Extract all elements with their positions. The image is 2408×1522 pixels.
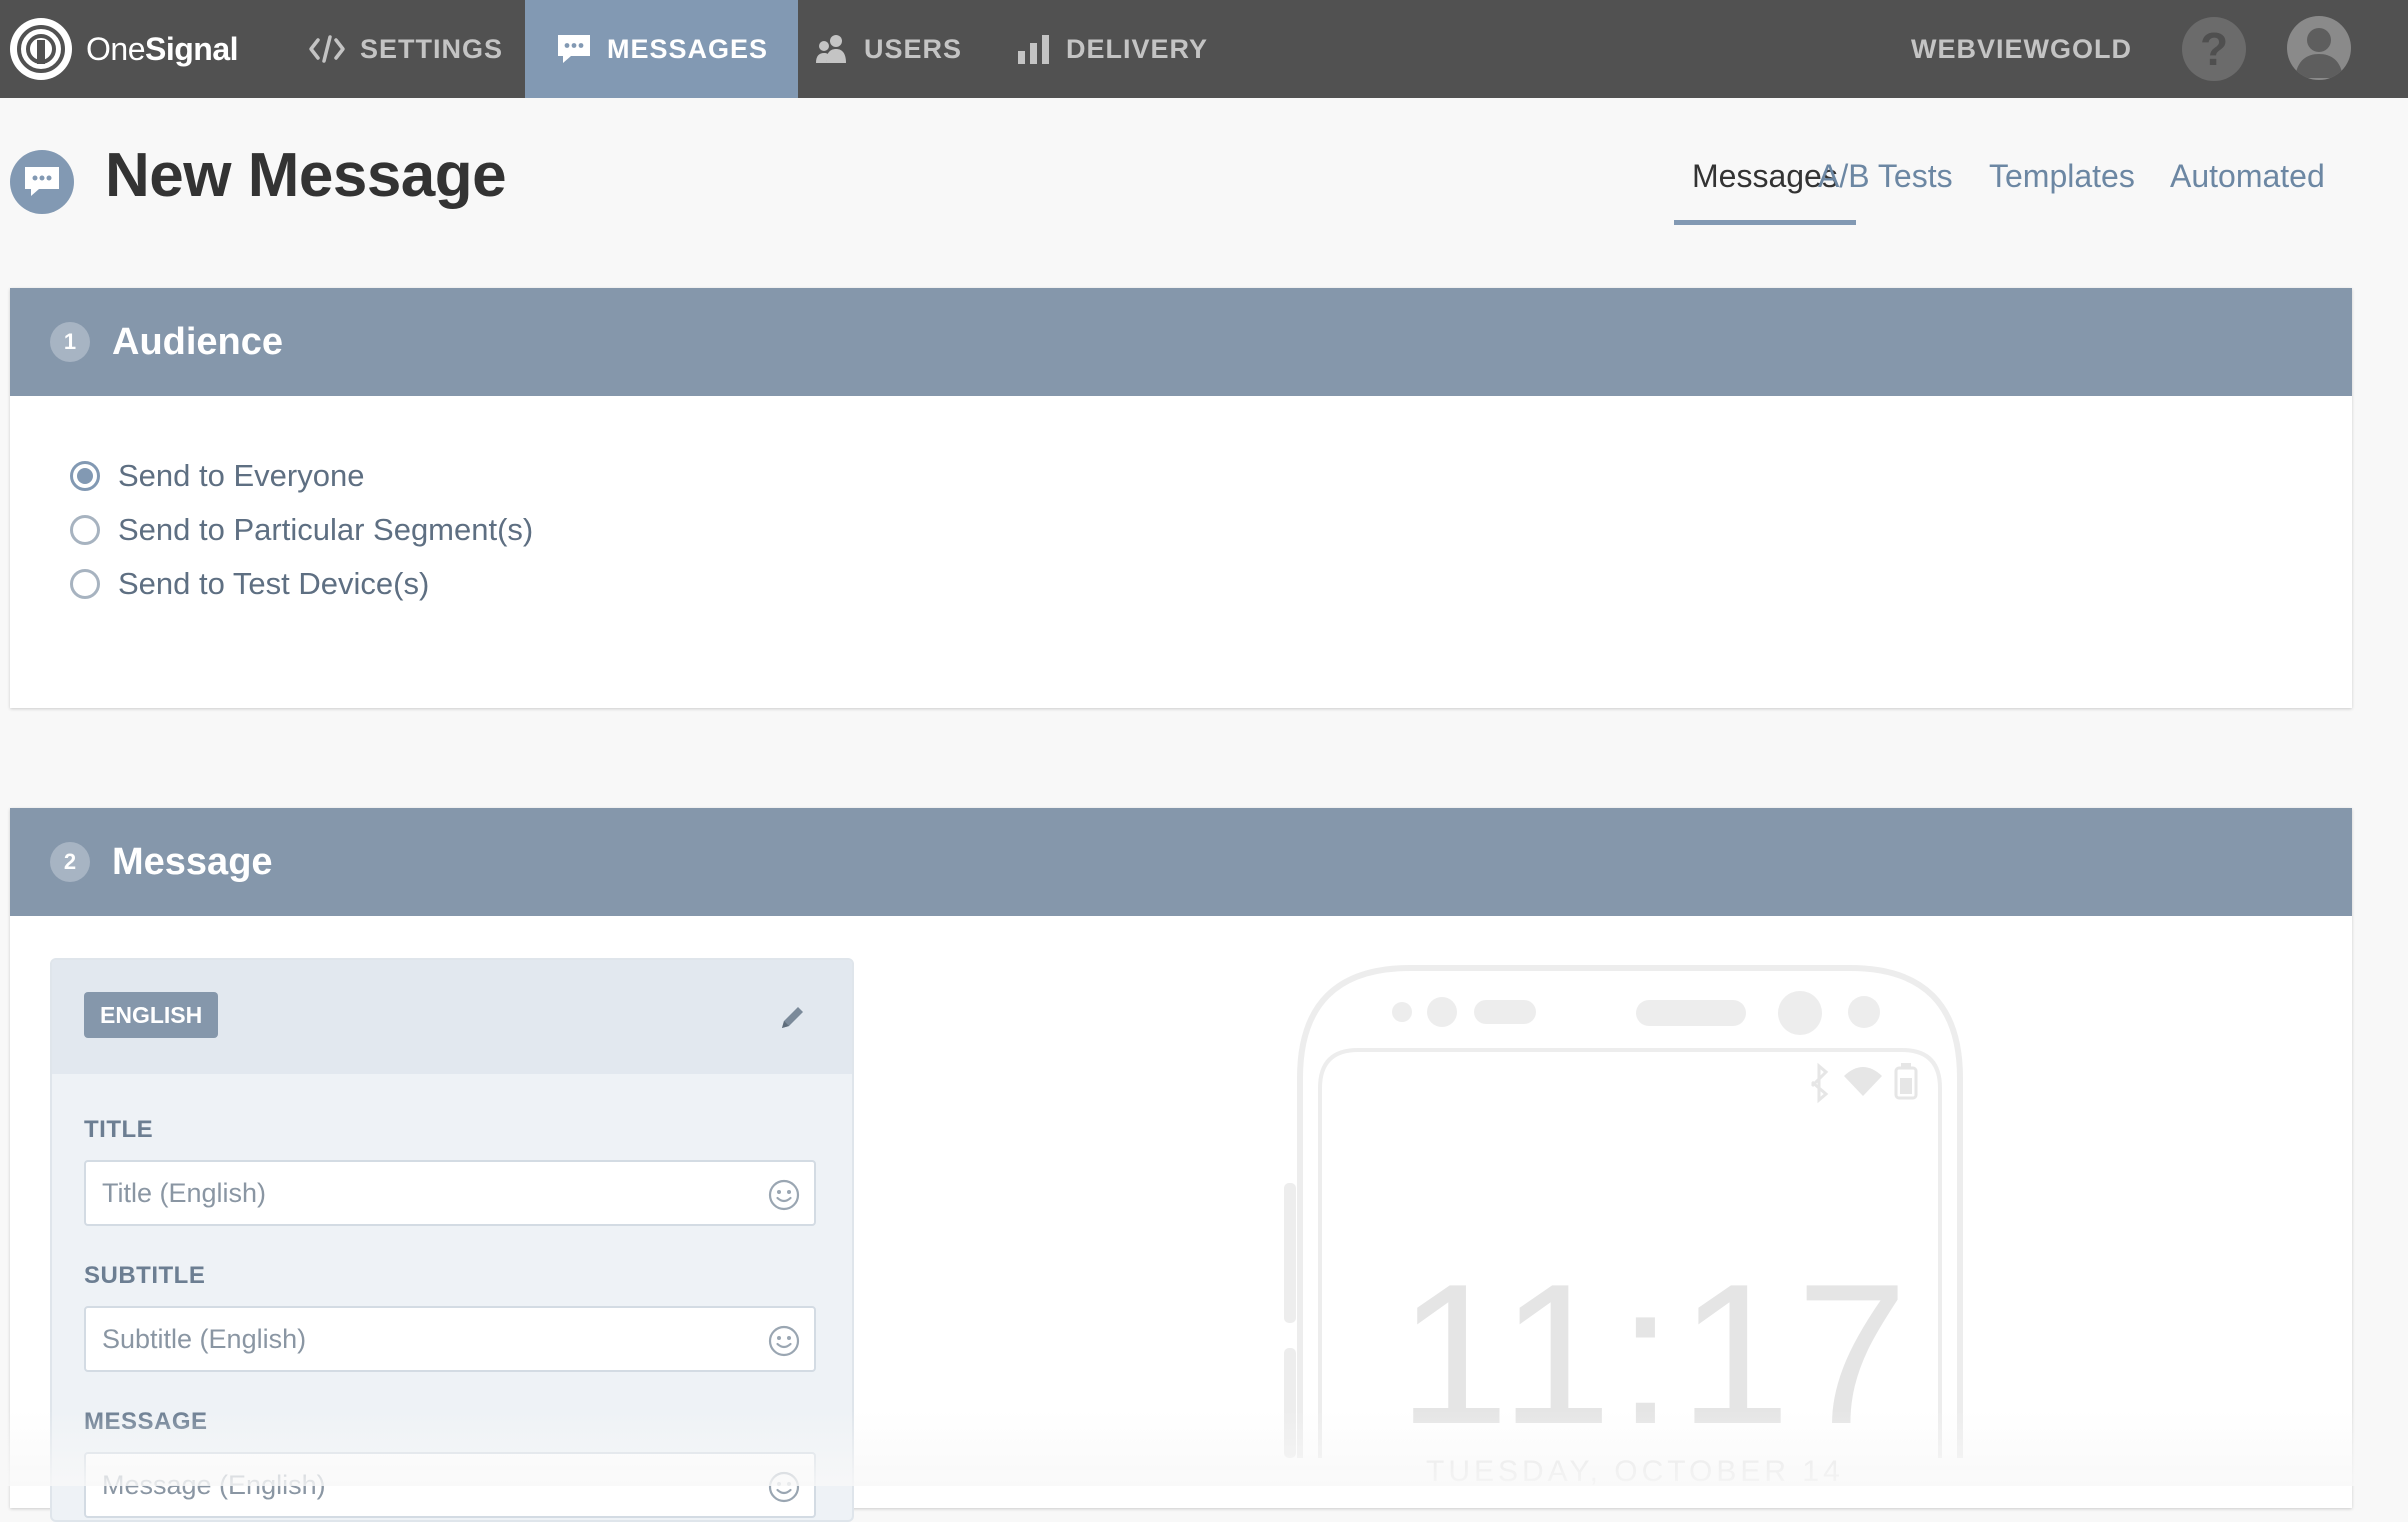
radio-button-checked[interactable] — [70, 461, 100, 491]
nav-messages[interactable]: MESSAGES — [525, 0, 799, 98]
audience-step-number: 1 — [50, 322, 90, 362]
onesignal-wordmark: OneSignal — [86, 30, 239, 67]
radio-send-test-devices-label: Send to Test Device(s) — [118, 566, 430, 601]
users-icon — [814, 33, 850, 65]
battery-icon — [1894, 1063, 1918, 1100]
radio-send-everyone-label: Send to Everyone — [118, 458, 365, 493]
nav-users-label: USERS — [864, 33, 963, 64]
radio-button[interactable] — [70, 515, 100, 545]
organization-switcher[interactable]: WEBVIEWGOLD — [1911, 0, 2132, 98]
title-input[interactable] — [86, 1162, 742, 1224]
user-avatar[interactable] — [2287, 16, 2351, 80]
emoji-icon[interactable] — [768, 1471, 800, 1508]
message-field-label: MESSAGE — [84, 1408, 208, 1435]
tab-automated[interactable]: Automated — [2170, 150, 2325, 220]
message-header: 2 Message — [10, 808, 2352, 916]
language-panel: ENGLISH TITLE SUBTITLE MESSAGE — [50, 958, 854, 1522]
message-title: Message — [112, 840, 273, 883]
emoji-icon[interactable] — [768, 1325, 800, 1362]
message-input[interactable] — [86, 1454, 742, 1516]
language-panel-header: ENGLISH — [52, 960, 852, 1074]
message-step-number: 2 — [50, 842, 90, 882]
person-icon — [2295, 28, 2343, 78]
preview-lockscreen-time: 11:17 — [1398, 1243, 1914, 1466]
code-icon — [308, 34, 346, 64]
audience-header: 1 Audience — [10, 288, 2352, 396]
message-field[interactable] — [84, 1452, 816, 1518]
nav-delivery-label: DELIVERY — [1066, 33, 1209, 64]
radio-send-test-devices[interactable]: Send to Test Device(s) — [70, 566, 429, 602]
nav-settings-label: SETTINGS — [360, 33, 504, 64]
radio-send-segments[interactable]: Send to Particular Segment(s) — [70, 512, 533, 548]
subtitle-field-label: SUBTITLE — [84, 1262, 206, 1289]
audience-title: Audience — [112, 320, 284, 363]
preview-lockscreen-date: TUESDAY, OCTOBER 14 — [1426, 1455, 1844, 1488]
onesignal-logo-icon — [10, 18, 72, 80]
message-page-icon — [10, 150, 74, 214]
emoji-icon[interactable] — [768, 1179, 800, 1216]
audience-card: 1 Audience Send to Everyone Send to Part… — [10, 288, 2352, 708]
radio-button[interactable] — [70, 569, 100, 599]
wifi-icon — [1844, 1067, 1882, 1096]
title-field[interactable] — [84, 1160, 816, 1226]
language-badge[interactable]: ENGLISH — [84, 992, 219, 1038]
bar-chart-icon — [1016, 33, 1052, 65]
nav-settings[interactable]: SETTINGS — [308, 0, 503, 98]
tab-templates[interactable]: Templates — [1989, 150, 2135, 220]
nav-users[interactable]: USERS — [814, 0, 962, 98]
help-question-icon: ? — [2199, 23, 2229, 75]
tab-ab-tests[interactable]: A/B Tests — [1818, 150, 1953, 220]
radio-send-segments-label: Send to Particular Segment(s) — [118, 512, 534, 547]
top-navigation-bar: OneSignal SETTINGS MESSAGES USERS DELIVE… — [0, 0, 2408, 98]
subtitle-input[interactable] — [86, 1308, 742, 1370]
title-field-label: TITLE — [84, 1116, 154, 1143]
nav-delivery[interactable]: DELIVERY — [1016, 0, 1208, 98]
onesignal-logo[interactable]: OneSignal — [10, 14, 239, 84]
bluetooth-icon — [1810, 1062, 1829, 1104]
nav-messages-label: MESSAGES — [607, 33, 769, 64]
page-title: New Message — [105, 141, 507, 210]
message-card: 2 Message ENGLISH TITLE SUBTITLE MESSAGE — [10, 808, 2352, 1522]
subtitle-field[interactable] — [84, 1306, 816, 1372]
radio-send-everyone[interactable]: Send to Everyone — [70, 458, 364, 494]
chat-bubble-icon — [555, 32, 593, 66]
help-button[interactable]: ? — [2182, 17, 2246, 81]
pencil-icon[interactable] — [778, 1002, 808, 1037]
